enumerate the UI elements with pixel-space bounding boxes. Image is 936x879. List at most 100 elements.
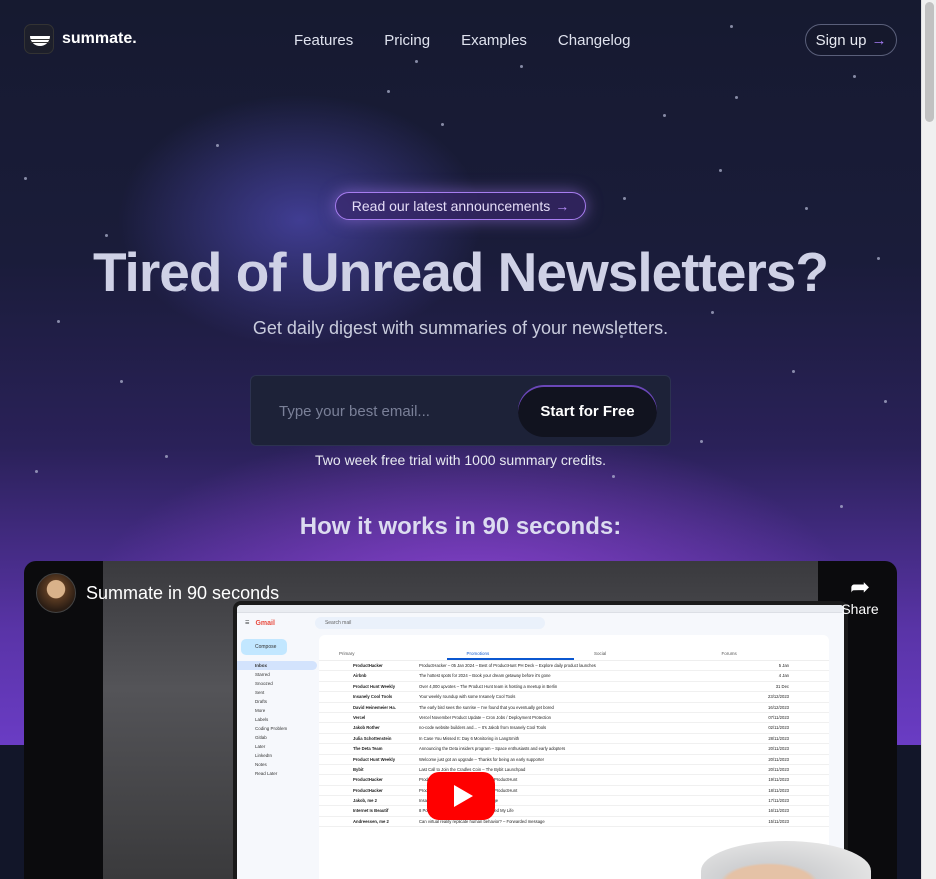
email-subject: Your weekly roundup with some Insanely C…: [419, 694, 516, 700]
email-sender: Andreessen, me 2: [353, 818, 389, 824]
email-date: 28/11/2023: [768, 735, 789, 741]
email-sender: ProductHacker: [353, 787, 383, 793]
email-row: David Heinemeier Ha. The early bird sees …: [319, 703, 829, 713]
star: [612, 475, 615, 478]
gmail-sidebar-item: Notes: [255, 762, 267, 767]
email-row: Jakob, me 2Insanely Cool Tools – Forward…: [319, 796, 829, 807]
email-sender: Airbnb: [353, 673, 367, 679]
gmail-search: Search mail: [314, 617, 545, 629]
hero-headline: Tired of Unread Newsletters?: [92, 241, 829, 303]
email-sender: ProductHacker: [353, 777, 383, 783]
avatar[interactable]: [36, 573, 76, 613]
email-row: Insanely Cool Tools Your weekly roundup w…: [319, 692, 829, 703]
email-row: Airbnb The hottest spots for 2024 – Book …: [319, 671, 829, 682]
tab-promotions: Promotions: [446, 647, 574, 660]
nav-examples[interactable]: Examples: [461, 32, 527, 49]
gmail-screenshot: ☰ Gmail Search mail Compose Inbox Starred…: [237, 605, 844, 879]
email-subject: ProductHacker – 05 Jan 2024 – Best of Pr…: [419, 663, 596, 668]
email-subject: The hottest spots for 2024 – Book your d…: [419, 673, 551, 679]
email-date: 17/11/2023: [768, 798, 789, 804]
star: [884, 400, 887, 403]
email-subject: The early bird sees the sunrise – I've f…: [419, 704, 554, 710]
gmail-right-rail: [830, 635, 844, 879]
nav-changelog[interactable]: Changelog: [558, 32, 631, 49]
email-date: 16/11/2023: [768, 808, 789, 814]
gmail-sidebar-item: Labels: [255, 717, 269, 722]
email-sender: Internet Is Beautif: [353, 808, 389, 814]
tab-forums: Forums: [721, 651, 737, 656]
email-sender: Product Hunt Weekly: [353, 683, 396, 689]
email-input[interactable]: [265, 390, 515, 432]
gmail-sidebar-item: LinkedIn: [255, 753, 273, 758]
email-date: 20/11/2023: [768, 766, 789, 772]
scrollbar-thumb[interactable]: [925, 2, 934, 122]
share-button[interactable]: ➦ Share: [837, 574, 883, 618]
browser-bar: [237, 605, 844, 613]
email-row: Jakob Rother no-code website builders and…: [319, 723, 829, 734]
gmail-sidebar: Compose Inbox Starred Snoozed Sent Drafts Mor…: [237, 635, 317, 879]
start-free-button[interactable]: Start for Free: [518, 385, 657, 437]
email-sender: ProductHacker: [353, 663, 383, 668]
tab-social: Social: [594, 651, 607, 656]
share-icon: ➦: [849, 574, 871, 601]
gmail-sidebar-item: Starred: [255, 672, 270, 677]
star: [120, 380, 123, 383]
signup-form: Start for Free: [250, 375, 671, 446]
email-sender: Julia Schottenstein: [353, 735, 392, 741]
announcement-label: Read our latest announcements: [351, 198, 551, 214]
email-date: 02/11/2023: [768, 725, 789, 731]
video-frame: ☰ Gmail Search mail Compose Inbox Starred…: [103, 561, 871, 879]
gmail-header: ☰ Gmail Search mail: [237, 613, 844, 633]
gmail-sidebar-item: Later: [255, 744, 266, 749]
star: [853, 75, 856, 78]
how-it-works-title: How it works in 90 seconds:: [299, 513, 622, 540]
email-date: 20/11/2023: [768, 746, 789, 752]
email-row: Vercel Vercel November Product Update – C…: [319, 713, 829, 724]
email-subject: Over 4,000 upvotes – The Product Hunt te…: [419, 683, 558, 689]
tab-primary: Primary: [339, 651, 355, 656]
email-date: 4 Jan: [778, 673, 789, 679]
email-row: Bybit Last Call to Join the Cradles Coin …: [319, 765, 829, 776]
email-date: 15/11/2023: [768, 818, 789, 824]
star: [711, 311, 714, 314]
star: [700, 440, 703, 443]
email-sender: Bybit: [353, 766, 364, 772]
star: [840, 505, 843, 508]
share-label: Share: [841, 601, 879, 617]
email-date: 23/12/2023: [768, 694, 789, 700]
email-row: ProductHackerProductHacker – 19 Nov 2023…: [319, 775, 829, 786]
email-sender: Vercel: [353, 714, 366, 720]
arrow-right-icon: →: [555, 198, 570, 214]
star: [105, 234, 108, 237]
email-row: Andreessen, me 2 Can virtual reality repl…: [319, 817, 829, 828]
star: [805, 207, 808, 210]
gmail-sidebar-item: Drafts: [255, 699, 268, 704]
email-date: 5 Jan: [778, 663, 789, 668]
brand-logo[interactable]: summate.: [24, 24, 137, 54]
email-sender: The Deta Team: [353, 746, 383, 752]
star: [24, 177, 27, 180]
nav-pricing[interactable]: Pricing: [384, 32, 430, 49]
email-sender: Insanely Cool Tools: [353, 694, 393, 700]
laptop-screen: ☰ Gmail Search mail Compose Inbox Starred…: [233, 601, 848, 879]
gmail-sidebar-item: Snoozed: [255, 681, 273, 686]
video-embed[interactable]: ☰ Gmail Search mail Compose Inbox Starred…: [24, 561, 897, 879]
arrow-right-icon: →: [871, 31, 887, 49]
brand-name: summate.: [62, 30, 137, 47]
page-scrollbar[interactable]: [921, 0, 936, 879]
play-button[interactable]: [427, 772, 495, 820]
email-sender: Jakob, me 2: [353, 798, 377, 804]
compose-button: Compose: [241, 639, 287, 655]
menu-icon: ☰: [245, 620, 250, 626]
nav-features[interactable]: Features: [294, 32, 353, 49]
signup-button[interactable]: Sign up →: [805, 24, 897, 56]
email-row: Julia Schottenstein In Case You Missed It…: [319, 734, 829, 745]
gmail-sidebar-item: Coding Problem: [255, 726, 288, 731]
announcement-pill[interactable]: Read our latest announcements →: [335, 192, 586, 220]
email-sender: Jakob Rother: [353, 725, 380, 731]
email-subject: Welcome just got an upgrade – Thanks for…: [419, 756, 545, 762]
gmail-sidebar-item: Inbox: [237, 661, 317, 670]
video-title[interactable]: Summate in 90 seconds: [86, 583, 279, 604]
star: [623, 197, 626, 200]
gmail-logo: Gmail: [255, 619, 275, 627]
